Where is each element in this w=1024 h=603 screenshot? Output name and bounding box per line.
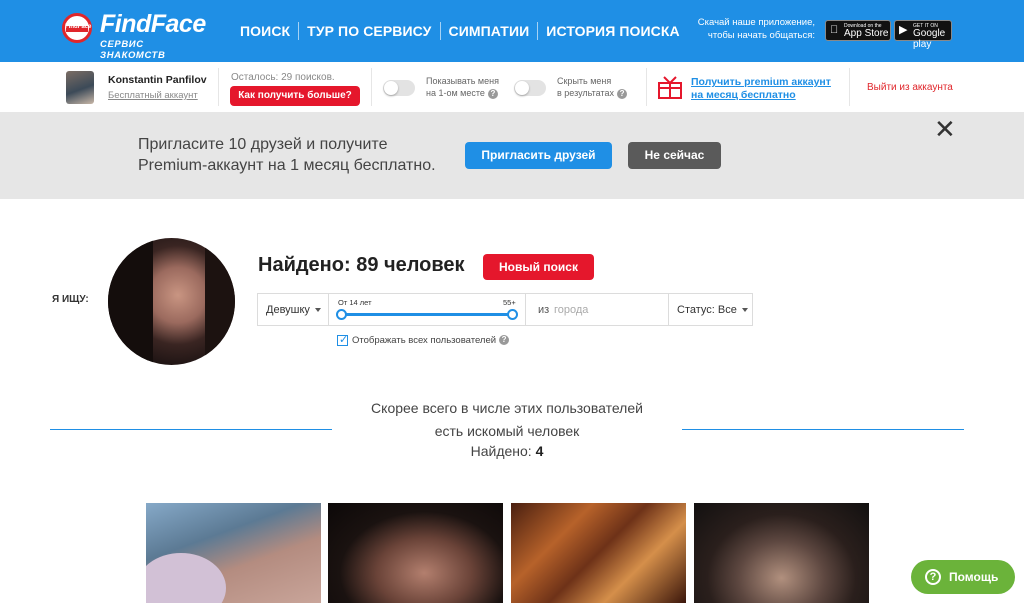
show-me-first-toggle[interactable] bbox=[383, 80, 415, 96]
divider bbox=[849, 68, 850, 106]
show-me-first-label: Показывать меня на 1-ом месте? bbox=[426, 75, 499, 99]
apple-icon:  bbox=[830, 24, 838, 37]
divider bbox=[371, 68, 372, 106]
age-max-handle[interactable] bbox=[507, 309, 518, 320]
nav-tour[interactable]: ТУР ПО СЕРВИСУ bbox=[307, 23, 431, 41]
result-card[interactable] bbox=[511, 503, 686, 603]
close-icon[interactable]: ✕ bbox=[934, 116, 956, 142]
results-line1: Скорее всего в числе этих пользователей bbox=[371, 400, 643, 416]
help-question-icon[interactable]: ? bbox=[487, 88, 498, 99]
status-value: Статус: Все bbox=[677, 304, 737, 316]
gender-select[interactable]: Девушку bbox=[266, 304, 321, 316]
result-card[interactable] bbox=[146, 503, 321, 603]
found-count-title: Найдено: 89 человек bbox=[258, 254, 465, 276]
invite-line2: Premium-аккаунт на 1 месяц бесплатно. bbox=[138, 157, 436, 174]
nav-search[interactable]: ПОИСК bbox=[240, 23, 290, 41]
chevron-down-icon bbox=[314, 308, 321, 313]
account-type-link[interactable]: Бесплатный аккаунт bbox=[108, 90, 198, 101]
divider bbox=[218, 68, 219, 106]
toggle1-line1: Показывать меня bbox=[426, 76, 499, 86]
logo-title: FindFace bbox=[100, 10, 206, 38]
nav-divider bbox=[537, 22, 539, 40]
app-prompt-line2: чтобы начать общаться: bbox=[707, 30, 815, 41]
hide-me-toggle[interactable] bbox=[514, 80, 546, 96]
invite-text: Пригласите 10 друзей и получите Premium-… bbox=[138, 134, 436, 176]
invite-line1: Пригласите 10 друзей и получите bbox=[138, 136, 388, 153]
invite-banner: Пригласите 10 друзей и получите Premium-… bbox=[0, 113, 1024, 199]
city-input[interactable] bbox=[554, 302, 664, 318]
divider bbox=[328, 294, 329, 325]
result-card[interactable] bbox=[328, 503, 503, 603]
results-divider-left bbox=[50, 429, 332, 430]
toggle2-line2: в результатах bbox=[557, 88, 615, 98]
hide-me-label: Скрыть меня в результатах? bbox=[557, 75, 628, 99]
results-found: Найдено: 4 bbox=[332, 443, 682, 459]
premium-line1: Получить premium аккаунт bbox=[691, 76, 831, 88]
help-label: Помощь bbox=[949, 570, 999, 584]
results-line2: есть искомый человек bbox=[434, 423, 580, 439]
gift-icon bbox=[658, 76, 682, 99]
age-slider-track[interactable] bbox=[341, 313, 513, 316]
premium-offer-link[interactable]: Получить premium аккаунт на месяц беспла… bbox=[691, 76, 831, 102]
appstore-big-text: App Store bbox=[844, 28, 889, 39]
help-button[interactable]: ? Помощь bbox=[911, 560, 1015, 594]
search-filters: Девушку От 14 лет 55+ из Статус: Все bbox=[257, 293, 753, 326]
googleplay-big-text: Google play bbox=[913, 28, 946, 50]
help-question-icon[interactable]: ? bbox=[499, 335, 510, 346]
findface-logo[interactable]: FindFace FindFace СЕРВИС ЗНАКОМСТВ bbox=[62, 10, 212, 61]
google-play-icon: ▶ bbox=[899, 24, 908, 36]
checkmark-icon: ✓ bbox=[339, 334, 349, 346]
status-select[interactable]: Статус: Все bbox=[677, 304, 748, 316]
chevron-down-icon bbox=[741, 308, 748, 313]
age-to-label: 55+ bbox=[503, 298, 516, 307]
question-icon: ? bbox=[925, 569, 941, 585]
searches-remaining: Осталось: 29 поисков. bbox=[231, 72, 335, 83]
show-all-label: Отображать всех пользователей? bbox=[352, 335, 510, 346]
age-min-handle[interactable] bbox=[336, 309, 347, 320]
nav-divider bbox=[298, 22, 300, 40]
show-all-checkbox[interactable]: ✓ bbox=[337, 334, 349, 346]
nav-search-history[interactable]: ИСТОРИЯ ПОИСКА bbox=[546, 23, 679, 41]
toggle1-line2: на 1-ом месте bbox=[426, 88, 485, 98]
top-header: FindFace FindFace СЕРВИС ЗНАКОМСТВ ПОИСК… bbox=[0, 0, 1024, 62]
main-nav: ПОИСК ТУР ПО СЕРВИСУ СИМПАТИИ ИСТОРИЯ ПО… bbox=[240, 22, 680, 41]
search-photo[interactable] bbox=[108, 238, 235, 365]
nav-divider bbox=[439, 22, 441, 40]
logout-link[interactable]: Выйти из аккаунта bbox=[867, 82, 953, 93]
nav-likes[interactable]: СИМПАТИИ bbox=[449, 23, 530, 41]
app-download-prompt: Скачай наше приложение, чтобы начать общ… bbox=[690, 16, 815, 42]
i-search-label: Я ИЩУ: bbox=[52, 294, 89, 305]
not-now-button[interactable]: Не сейчас bbox=[628, 142, 721, 169]
age-from-label: От 14 лет bbox=[338, 298, 372, 307]
get-more-button[interactable]: Как получить больше? bbox=[230, 86, 360, 106]
city-prefix: из bbox=[538, 304, 550, 316]
user-avatar[interactable] bbox=[66, 71, 94, 104]
result-card[interactable] bbox=[694, 503, 869, 603]
google-play-button[interactable]: ▶ GET IT ON Google play bbox=[894, 20, 952, 50]
premium-line2: на месяц бесплатно bbox=[691, 89, 796, 101]
divider bbox=[668, 294, 669, 325]
new-search-button[interactable]: Новый поиск bbox=[483, 254, 594, 280]
invite-friends-button[interactable]: Пригласить друзей bbox=[465, 142, 612, 169]
divider bbox=[525, 294, 526, 325]
gender-value: Девушку bbox=[266, 304, 310, 316]
results-divider-right bbox=[682, 429, 964, 430]
toggle2-line1: Скрыть меня bbox=[557, 76, 612, 86]
results-message: Скорее всего в числе этих пользователей … bbox=[332, 397, 682, 443]
divider bbox=[646, 68, 647, 106]
logo-badge-text: FindFace bbox=[65, 24, 92, 30]
show-all-text: Отображать всех пользователей bbox=[352, 335, 497, 346]
app-prompt-line1: Скачай наше приложение, bbox=[697, 17, 815, 28]
results-found-label: Найдено: bbox=[470, 443, 532, 459]
user-name: Konstantin Panfilov bbox=[108, 74, 207, 86]
logo-emblem-icon: FindFace bbox=[62, 13, 92, 43]
user-bar: Konstantin Panfilov Бесплатный аккаунт О… bbox=[0, 62, 1024, 113]
results-found-count: 4 bbox=[535, 443, 544, 459]
help-question-icon[interactable]: ? bbox=[617, 88, 628, 99]
logo-subtitle: СЕРВИС ЗНАКОМСТВ bbox=[100, 39, 166, 61]
app-store-button[interactable]:  Download on the App Store bbox=[825, 20, 891, 41]
